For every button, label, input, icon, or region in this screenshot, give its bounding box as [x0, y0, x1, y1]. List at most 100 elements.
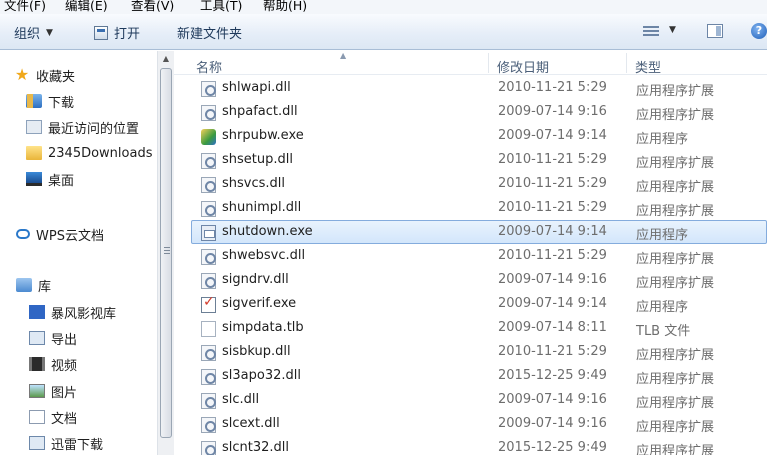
- file-row[interactable]: slcext.dll 2009-07-14 9:16 应用程序扩展: [191, 412, 767, 436]
- help-icon[interactable]: ?: [751, 23, 767, 39]
- nav-item-downloads[interactable]: 下载: [26, 90, 74, 112]
- file-type: 应用程序扩展: [636, 252, 715, 267]
- file-row[interactable]: simpdata.tlb 2009-07-14 8:11 TLB 文件: [191, 316, 767, 340]
- folder-icon: [26, 146, 42, 160]
- nav-label: 收藏夹: [36, 69, 76, 85]
- file-row[interactable]: shwebsvc.dll 2010-11-21 5:29 应用程序扩展: [191, 244, 767, 268]
- file-type: 应用程序扩展: [636, 204, 715, 219]
- nav-item-documents[interactable]: 文档: [29, 406, 77, 428]
- scroll-up-arrow-icon[interactable]: ▲: [158, 51, 174, 67]
- open-label: 打开: [114, 27, 141, 42]
- file-date: 2010-11-21 5:29: [498, 344, 607, 359]
- file-row[interactable]: sigverif.exe 2009-07-14 9:14 应用程序: [191, 292, 767, 316]
- file-row[interactable]: slcnt32.dll 2015-12-25 9:49 应用程序扩展: [191, 436, 767, 455]
- file-date: 2010-11-21 5:29: [498, 200, 607, 215]
- menu-help[interactable]: 帮助(H): [263, 0, 307, 14]
- file-row[interactable]: shsvcs.dll 2010-11-21 5:29 应用程序扩展: [191, 172, 767, 196]
- file-type: 应用程序: [636, 228, 689, 243]
- export-folder-icon: [29, 331, 45, 345]
- menu-edit[interactable]: 编辑(E): [65, 0, 108, 14]
- organize-button[interactable]: 组织 ▼: [14, 23, 53, 42]
- recent-places-icon: [26, 120, 42, 134]
- column-type[interactable]: 类型: [635, 57, 661, 76]
- file-date: 2009-07-14 9:14: [498, 128, 607, 143]
- nav-label: 2345Downloads: [48, 145, 153, 161]
- nav-item-export[interactable]: 导出: [29, 327, 77, 349]
- menu-view[interactable]: 查看(V): [131, 0, 174, 14]
- nav-item-wps[interactable]: WPS云文档: [16, 223, 104, 245]
- dll-icon: [201, 273, 216, 289]
- file-row[interactable]: shutdown.exe 2009-07-14 9:14 应用程序: [191, 220, 767, 244]
- grip-icon: [164, 247, 170, 255]
- file-name: signdrv.dll: [222, 272, 289, 287]
- file-name: sl3apo32.dll: [222, 368, 301, 383]
- file-date: 2009-07-14 9:14: [498, 224, 607, 239]
- media-library-icon: [29, 305, 45, 319]
- dll-icon: [201, 105, 216, 121]
- nav-label: 暴风影视库: [51, 306, 117, 322]
- verify-exe-icon: [201, 294, 216, 313]
- file-row[interactable]: shsetup.dll 2010-11-21 5:29 应用程序扩展: [191, 148, 767, 172]
- nav-scrollbar[interactable]: ▲: [157, 51, 174, 455]
- file-date: 2009-07-14 9:16: [498, 392, 607, 407]
- nav-label: 最近访问的位置: [48, 121, 140, 137]
- file-row[interactable]: shrpubw.exe 2009-07-14 9:14 应用程序: [191, 124, 767, 148]
- file-row[interactable]: shunimpl.dll 2010-11-21 5:29 应用程序扩展: [191, 196, 767, 220]
- new-folder-label: 新建文件夹: [177, 27, 243, 42]
- nav-item-recent[interactable]: 最近访问的位置: [26, 116, 139, 138]
- column-name[interactable]: 名称: [196, 57, 222, 76]
- column-header-row: ▲ 名称 修改日期 类型: [174, 51, 767, 76]
- file-list: ▲ 名称 修改日期 类型 shlwapi.dll 2010-11-21 5:29 应…: [174, 51, 767, 455]
- preview-pane-icon[interactable]: [707, 24, 723, 38]
- file-date: 2009-07-14 9:16: [498, 272, 607, 287]
- file-name: slcext.dll: [222, 416, 280, 431]
- nav-item-pictures[interactable]: 图片: [29, 380, 77, 402]
- file-type: 应用程序扩展: [636, 372, 715, 387]
- open-button[interactable]: 打开: [94, 23, 140, 42]
- file-name: shutdown.exe: [222, 224, 313, 239]
- nav-item-desktop[interactable]: 桌面: [26, 168, 74, 190]
- file-row[interactable]: sisbkup.dll 2010-11-21 5:29 应用程序扩展: [191, 340, 767, 364]
- file-name: shsetup.dll: [222, 152, 293, 167]
- menu-file[interactable]: 文件(F): [4, 0, 46, 14]
- dll-icon: [201, 153, 216, 169]
- wizard-exe-icon: [201, 129, 216, 145]
- navigation-pane: ★ 收藏夹 下载 最近访问的位置 2345Downloads 桌面 WPS云文档…: [0, 51, 157, 455]
- file-name: slcnt32.dll: [222, 440, 290, 455]
- file-type: 应用程序扩展: [636, 276, 715, 291]
- view-options-icon[interactable]: [643, 24, 659, 38]
- file-date: 2009-07-14 9:16: [498, 104, 607, 119]
- file-type: 应用程序扩展: [636, 444, 715, 455]
- nav-item-thunder[interactable]: 迅雷下载: [29, 432, 103, 454]
- file-date: 2010-11-21 5:29: [498, 80, 607, 95]
- file-row[interactable]: signdrv.dll 2009-07-14 9:16 应用程序扩展: [191, 268, 767, 292]
- dll-icon: [201, 369, 216, 385]
- column-divider[interactable]: [488, 53, 489, 73]
- column-divider[interactable]: [626, 53, 627, 73]
- nav-item-library[interactable]: 库: [16, 274, 51, 296]
- nav-item-favorites[interactable]: ★ 收藏夹: [14, 64, 75, 86]
- cloud-icon: [16, 229, 30, 239]
- nav-item-video[interactable]: 视频: [29, 353, 77, 375]
- new-folder-button[interactable]: 新建文件夹: [177, 23, 242, 42]
- nav-item-2345downloads[interactable]: 2345Downloads: [26, 142, 152, 164]
- nav-item-storm[interactable]: 暴风影视库: [29, 301, 116, 323]
- file-name: sisbkup.dll: [222, 344, 291, 359]
- file-row[interactable]: sl3apo32.dll 2015-12-25 9:49 应用程序扩展: [191, 364, 767, 388]
- scrollbar-thumb[interactable]: [160, 68, 172, 438]
- file-row[interactable]: slc.dll 2009-07-14 9:16 应用程序扩展: [191, 388, 767, 412]
- column-date[interactable]: 修改日期: [497, 57, 549, 76]
- download-folder-icon: [29, 436, 45, 450]
- view-chevron-down-icon[interactable]: ▼: [669, 25, 676, 35]
- file-row[interactable]: shpafact.dll 2009-07-14 9:16 应用程序扩展: [191, 100, 767, 124]
- download-folder-icon: [26, 94, 42, 108]
- dll-icon: [201, 393, 216, 409]
- file-type: 应用程序扩展: [636, 420, 715, 435]
- dll-icon: [201, 345, 216, 361]
- file-type: 应用程序扩展: [636, 396, 715, 411]
- file-type: 应用程序: [636, 132, 689, 147]
- open-icon: [94, 25, 108, 40]
- dll-icon: [201, 417, 216, 433]
- file-row[interactable]: shlwapi.dll 2010-11-21 5:29 应用程序扩展: [191, 76, 767, 100]
- menu-tools[interactable]: 工具(T): [200, 0, 242, 14]
